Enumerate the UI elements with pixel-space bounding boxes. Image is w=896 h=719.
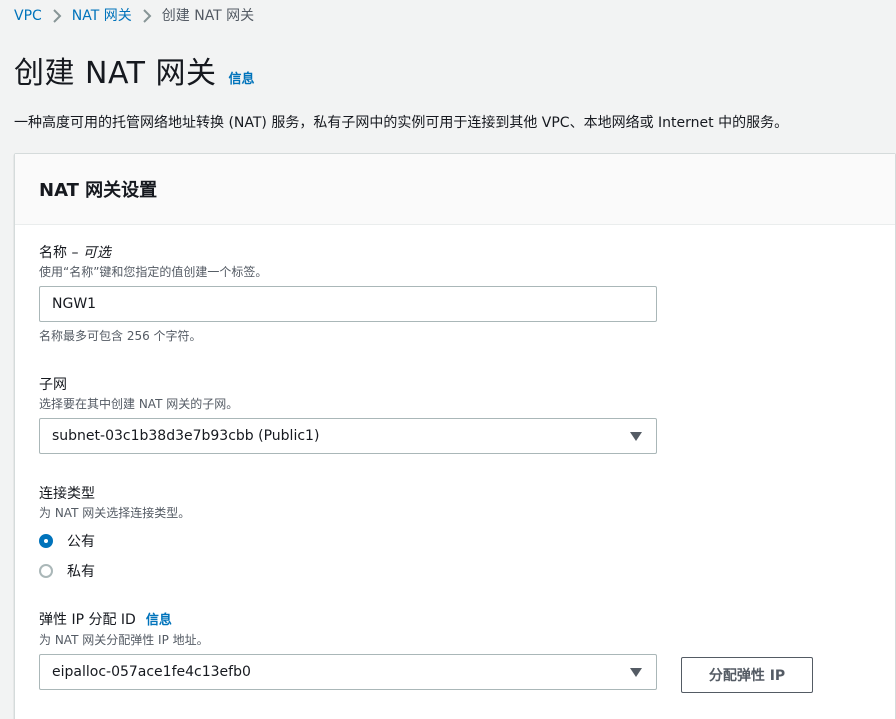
subnet-label: 子网: [39, 377, 67, 393]
breadcrumb-nat-gateways[interactable]: NAT 网关: [72, 6, 132, 26]
eip-field: 弹性 IP 分配 ID 信息 为 NAT 网关分配弹性 IP 地址。 eipall…: [39, 611, 657, 690]
page-title: 创建 NAT 网关: [14, 56, 217, 91]
name-hint: 使用“名称”键和您指定的值创建一个标签。: [39, 265, 268, 279]
eip-select[interactable]: eipalloc-057ace1fe4c13efb0: [39, 654, 657, 690]
caret-down-icon: [630, 667, 642, 677]
eip-label-text: 弹性 IP 分配 ID: [39, 612, 136, 628]
breadcrumb-current: 创建 NAT 网关: [161, 8, 255, 24]
optional-text: 可选: [82, 245, 111, 261]
radio-private-label: 私有: [67, 564, 95, 580]
subnet-select[interactable]: subnet-03c1b38d3e7b93cbb (Public1): [39, 418, 657, 454]
breadcrumb: VPC NAT 网关 创建 NAT 网关: [14, 6, 254, 26]
chevron-right-icon: [42, 6, 72, 26]
name-input[interactable]: [39, 286, 657, 322]
radio-unselected-icon[interactable]: [39, 564, 53, 578]
page-description: 一种高度可用的托管网络地址转换 (NAT) 服务，私有子网中的实例可用于连接到其…: [14, 115, 789, 131]
eip-label: 弹性 IP 分配 ID 信息: [39, 611, 657, 630]
name-label: 名称 – 可选: [39, 244, 657, 262]
subnet-hint: 选择要在其中创建 NAT 网关的子网。: [39, 397, 239, 411]
radio-private[interactable]: 私有: [39, 561, 190, 581]
breadcrumb-vpc[interactable]: VPC: [14, 6, 42, 26]
radio-selected-icon[interactable]: [39, 534, 53, 548]
radio-public-label: 公有: [67, 534, 95, 550]
allocate-elastic-ip-button[interactable]: 分配弹性 IP: [681, 657, 813, 693]
info-link[interactable]: 信息: [229, 68, 255, 87]
subnet-selected-value: subnet-03c1b38d3e7b93cbb (Public1): [52, 428, 320, 444]
chevron-right-icon: [132, 6, 162, 26]
connectivity-label: 连接类型: [39, 486, 95, 502]
eip-selected-value: eipalloc-057ace1fe4c13efb0: [52, 664, 251, 680]
caret-down-icon: [630, 431, 642, 441]
eip-info-link[interactable]: 信息: [146, 613, 172, 628]
title-row: 创建 NAT 网关 信息: [14, 54, 255, 94]
subnet-field: 子网 选择要在其中创建 NAT 网关的子网。 subnet-03c1b38d3e…: [39, 376, 657, 454]
create-nat-gateway-page: VPC NAT 网关 创建 NAT 网关 创建 NAT 网关 信息 一种高度可用…: [0, 0, 896, 719]
name-constraint: 名称最多可包含 256 个字符。: [39, 329, 202, 343]
name-field: 名称 – 可选 使用“名称”键和您指定的值创建一个标签。 名称最多可包含 256…: [39, 244, 657, 344]
nat-gateway-settings-panel: NAT 网关设置 名称 – 可选 使用“名称”键和您指定的值创建一个标签。 名称…: [14, 153, 896, 719]
name-label-text: 名称 –: [39, 245, 83, 261]
connectivity-hint: 为 NAT 网关选择连接类型。: [39, 506, 191, 520]
eip-hint: 为 NAT 网关分配弹性 IP 地址。: [39, 633, 209, 647]
connectivity-type-field: 连接类型 为 NAT 网关选择连接类型。 公有 私有: [39, 485, 190, 581]
panel-title: NAT 网关设置: [39, 180, 158, 201]
panel-header: NAT 网关设置: [15, 154, 895, 225]
radio-public[interactable]: 公有: [39, 531, 190, 551]
